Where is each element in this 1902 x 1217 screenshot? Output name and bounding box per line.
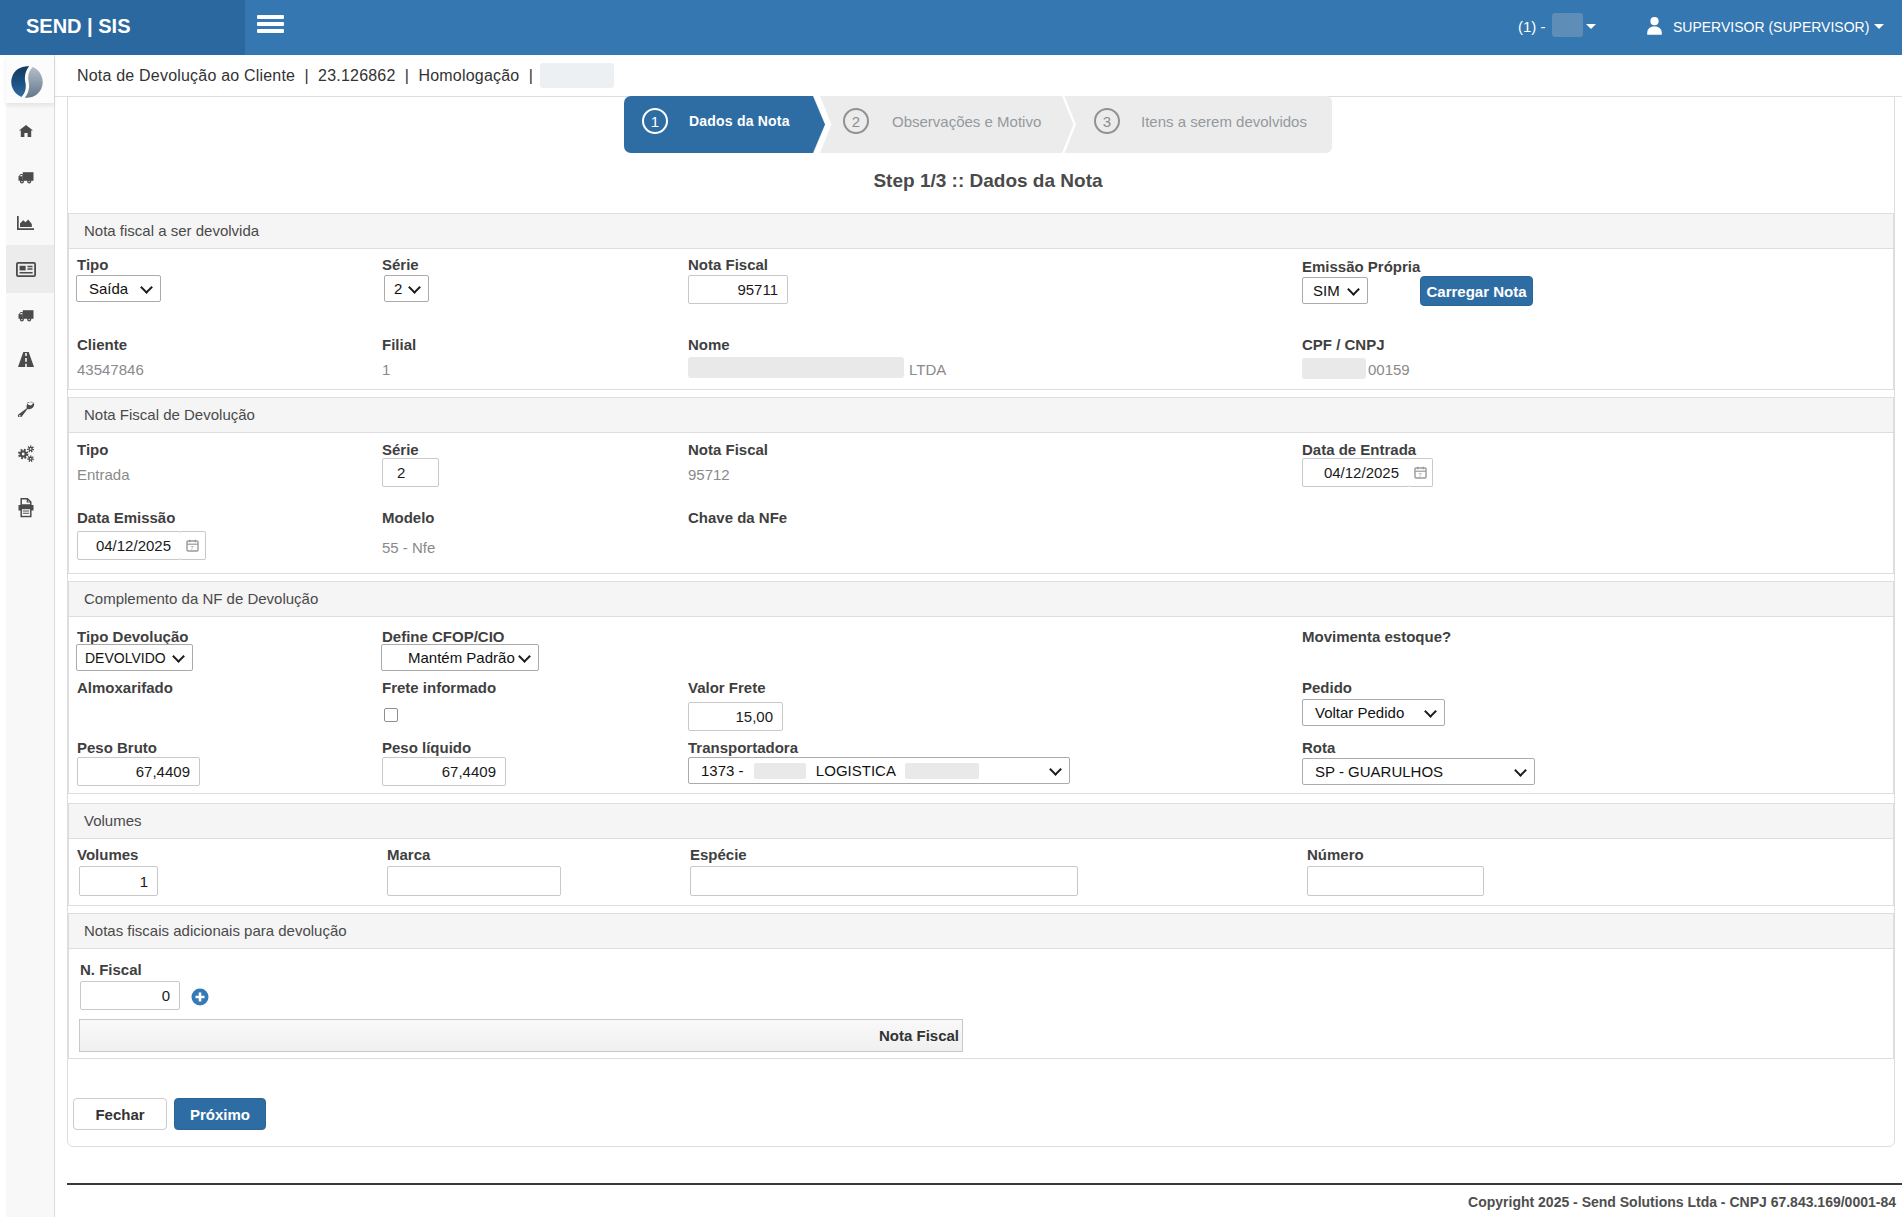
svg-text:7: 7 bbox=[190, 545, 194, 551]
svg-text:7: 7 bbox=[1418, 472, 1422, 478]
